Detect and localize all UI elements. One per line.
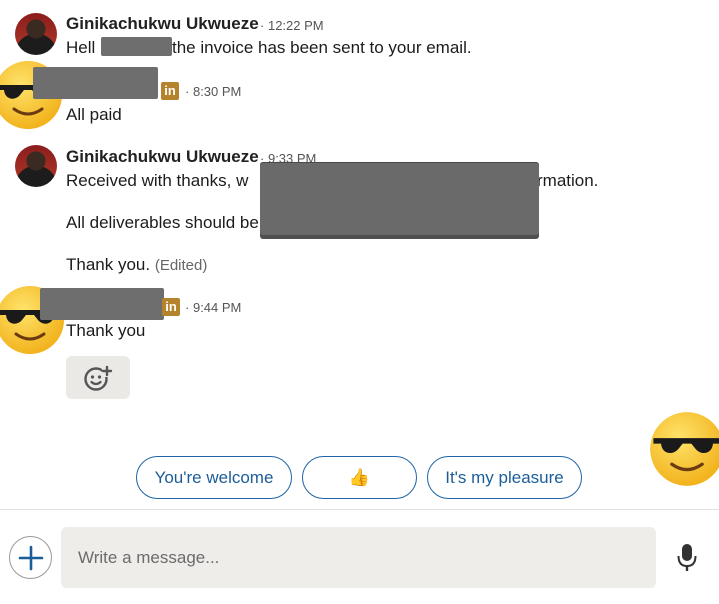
add-reaction-button[interactable] [66,356,130,399]
message-text: Received with thanks, w [66,171,249,190]
sender-name[interactable]: Ginikachukwu Ukwueze [66,147,259,167]
message-text-line: Thank you. [66,255,151,274]
redacted-sender-name [33,67,158,99]
avatar[interactable] [15,13,57,55]
timestamp: 8:30 PM [192,84,242,99]
redaction-bar [101,37,172,56]
message-text: All deliverables should be [66,213,259,232]
sender-name[interactable]: Ginikachukwu Ukwueze [66,14,259,34]
message-time: · 8:30 PM [185,84,241,99]
separator: · [185,84,190,99]
message-input[interactable] [61,527,656,588]
smart-reply-pleasure[interactable]: It's my pleasure [427,456,582,499]
message-text-end: the invoice has been sent to your email. [172,38,472,57]
separator: · [185,300,190,315]
message-text: All paid [66,105,122,124]
smart-reply-thumbs-up[interactable]: 👍 [302,456,417,499]
message-text: Thank you. (Edited) [66,255,207,275]
avatar[interactable] [15,145,57,187]
message-time: · 12:22 PM [260,18,324,33]
message-text: Hell [66,38,95,58]
message-text-end: rmation. [537,171,599,190]
smart-reply-welcome[interactable]: You're welcome [136,456,292,499]
microphone-icon[interactable] [676,543,698,573]
separator: · [260,18,265,33]
add-attachment-button[interactable] [9,536,52,579]
plus-icon [18,545,43,570]
sunglasses-emoji-sticker [650,412,719,486]
linkedin-badge-icon: in [161,82,179,100]
linkedin-badge-icon: in [162,298,180,316]
add-reaction-icon [84,365,113,391]
redacted-sender-name [40,288,164,320]
message-text: Thank you [66,321,146,340]
message-time: · 9:44 PM [185,300,241,315]
edited-label: (Edited) [154,257,208,274]
timestamp: 12:22 PM [267,18,324,33]
timestamp: 9:44 PM [192,300,242,315]
redaction-block [260,162,539,235]
message-text-start: Hell [66,38,96,57]
composer-divider [0,509,719,510]
